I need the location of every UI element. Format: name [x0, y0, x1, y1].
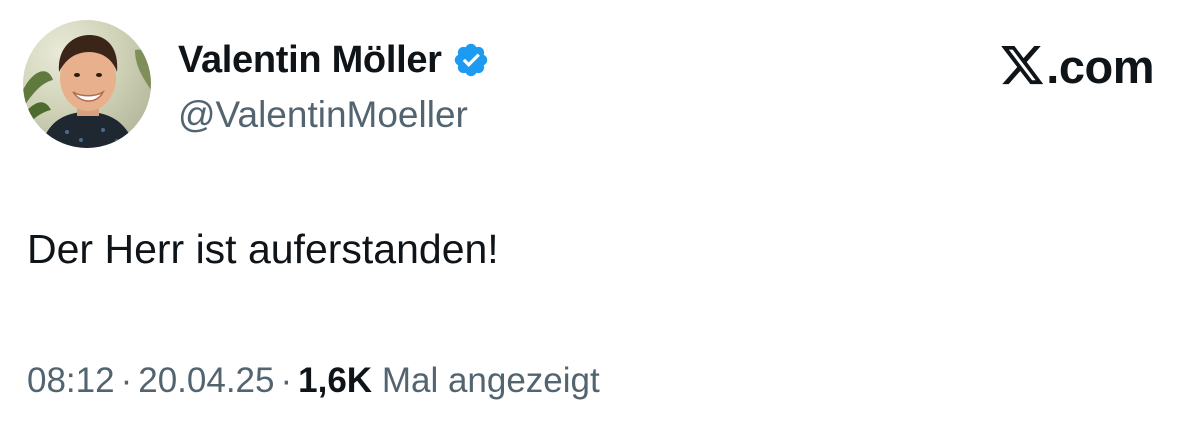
tweet-text: Der Herr ist auferstanden!: [27, 226, 499, 272]
tweet-date[interactable]: 20.04.25: [138, 361, 274, 400]
views-label: Mal angezeigt: [381, 361, 600, 400]
author-name-row: Valentin Möller: [178, 38, 490, 82]
meta-separator: ·: [120, 361, 133, 400]
views-count[interactable]: 1,6K: [298, 361, 372, 400]
author-display-name[interactable]: Valentin Möller: [178, 39, 442, 82]
avatar[interactable]: [23, 20, 151, 148]
verified-badge-icon[interactable]: [452, 41, 490, 79]
tweet-metadata: 08:12 · 20.04.25 · 1,6K Mal angezeigt: [27, 361, 600, 401]
author-handle[interactable]: @ValentinMoeller: [178, 94, 468, 136]
brand-label: .com: [1046, 39, 1154, 93]
x-logo-icon: [1001, 46, 1045, 86]
meta-separator: ·: [280, 361, 293, 400]
profile-photo-icon: [23, 34, 151, 148]
brand-logo: .com: [1001, 39, 1154, 93]
tweet-time[interactable]: 08:12: [27, 361, 115, 400]
